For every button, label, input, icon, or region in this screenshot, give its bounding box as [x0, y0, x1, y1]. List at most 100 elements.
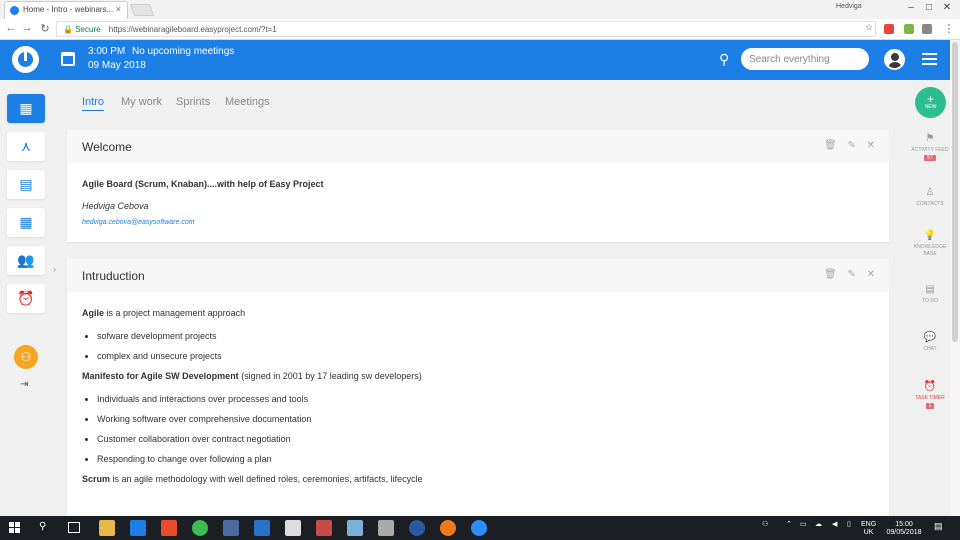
app-icon[interactable]: [223, 520, 239, 536]
hierarchy-icon: ⋏: [20, 138, 32, 154]
lightbulb-icon: 💡: [923, 230, 937, 241]
app-icon[interactable]: [409, 520, 425, 536]
extension-icon[interactable]: [884, 24, 894, 34]
office-icon[interactable]: [161, 520, 177, 536]
file-explorer-icon[interactable]: [99, 520, 115, 536]
cloud-icon[interactable]: ☁: [815, 521, 822, 529]
action-center-icon[interactable]: ▤: [934, 521, 943, 532]
address-bar[interactable]: 🔒 Secure https://webinaragileboard.easyp…: [56, 21, 876, 37]
system-clock[interactable]: 15:00 09/05/2018: [882, 521, 926, 538]
knowledge-base-button[interactable]: 💡 KNOWLEDGE BASE: [910, 229, 950, 257]
task-timer-button[interactable]: ⏰ TASK TIMER 1: [910, 380, 950, 409]
manifesto-text: (signed in 2001 by 17 leading sw develop…: [238, 371, 422, 381]
language-indicator[interactable]: ENG UK: [861, 521, 876, 538]
todo-label: TO DO: [922, 298, 938, 304]
close-icon[interactable]: ✕: [867, 140, 875, 151]
tab-intro[interactable]: Intro: [82, 96, 105, 111]
welcome-heading: Agile Board (Scrum, Knaban)....with help…: [82, 179, 324, 189]
battery-icon[interactable]: ▯: [847, 521, 851, 529]
volume-icon[interactable]: ◀: [832, 521, 837, 529]
new-button[interactable]: + NEW: [915, 87, 946, 118]
secure-label: Secure: [75, 25, 101, 34]
zoom-icon[interactable]: [471, 520, 487, 536]
main-menu-icon[interactable]: [922, 53, 937, 65]
task-view-icon[interactable]: [68, 522, 80, 533]
people-icon[interactable]: ⚇: [762, 521, 768, 529]
easy-project-logo-icon[interactable]: [12, 46, 39, 73]
network-icon[interactable]: ▭: [800, 521, 807, 529]
list-item: complex and unsecure projects: [97, 351, 874, 361]
browser-tabstrip: Home - Intro - webinars... × Hedviga – □…: [0, 0, 960, 19]
chrome-icon[interactable]: [192, 520, 208, 536]
window-close-button[interactable]: ✕: [938, 2, 956, 13]
window-minimize-button[interactable]: –: [902, 2, 920, 13]
window-maximize-button[interactable]: □: [920, 2, 938, 13]
edit-icon[interactable]: ✎: [847, 140, 855, 151]
tray-chevron-icon[interactable]: ⌃: [786, 521, 792, 529]
tab-sprints[interactable]: Sprints: [176, 96, 210, 108]
activity-feed-button[interactable]: ⚑ ACTIVITY FEED 57: [910, 132, 950, 161]
current-time: 3:00 PM: [88, 46, 126, 57]
tab-meetings[interactable]: Meetings: [225, 96, 270, 108]
projects-button[interactable]: ⋏: [7, 132, 45, 161]
alarm-clock-icon: ⏰: [923, 381, 937, 392]
user-avatar[interactable]: [884, 49, 905, 70]
lync-icon[interactable]: [130, 520, 146, 536]
agile-paragraph: Agile is a project management approach: [82, 308, 874, 318]
users-button[interactable]: 👥: [7, 246, 45, 275]
site-favicon-icon: [10, 6, 19, 15]
back-icon[interactable]: ←: [4, 22, 18, 34]
tasks-button[interactable]: ▤: [7, 170, 45, 199]
browser-profile-name[interactable]: Hedviga: [836, 3, 862, 10]
meetings-status[interactable]: No upcoming meetings: [132, 46, 234, 57]
close-icon[interactable]: ✕: [867, 269, 875, 280]
calculator-icon[interactable]: [285, 520, 301, 536]
activity-feed-label: ACTIVITY FEED: [911, 147, 949, 153]
timer-button[interactable]: ⏰: [7, 284, 45, 313]
person-icon: ♙: [925, 187, 935, 198]
scrum-text: is an agile methodology with well define…: [110, 474, 423, 484]
reload-icon[interactable]: ↻: [38, 22, 52, 35]
boards-button[interactable]: ▦: [7, 208, 45, 237]
search-icon[interactable]: ⚲: [39, 521, 46, 532]
logout-icon[interactable]: ⇥: [20, 379, 28, 390]
author-email-link[interactable]: hedviga.cebova@easysoftware.com: [82, 219, 195, 226]
app-icon[interactable]: [378, 520, 394, 536]
bookmark-star-icon[interactable]: ☆: [862, 22, 876, 33]
app-icon[interactable]: [316, 520, 332, 536]
expand-sidebar-icon[interactable]: ›: [53, 264, 56, 274]
edit-icon[interactable]: ✎: [847, 269, 855, 280]
search-icon[interactable]: ⚲: [719, 51, 729, 68]
firefox-icon[interactable]: [440, 520, 456, 536]
lock-icon: 🔒: [63, 25, 73, 34]
notifications-button[interactable]: ⚇: [14, 345, 38, 369]
delete-icon[interactable]: 🗑: [824, 140, 837, 151]
browser-tab-title: Home - Intro - webinars...: [23, 5, 114, 14]
page-scrollbar[interactable]: [950, 40, 960, 516]
outlook-icon[interactable]: [254, 520, 270, 536]
new-tab-button[interactable]: [129, 4, 155, 16]
dashboard-button[interactable]: ▦: [7, 94, 45, 123]
forward-icon[interactable]: →: [20, 22, 34, 34]
right-sidebar: + NEW ⚑ ACTIVITY FEED 57 ♙ CONTACTS 💡 KN…: [910, 80, 950, 516]
windows-start-icon[interactable]: [9, 522, 21, 534]
browser-menu-icon[interactable]: ⋮: [942, 22, 956, 35]
extension-icon[interactable]: [922, 24, 932, 34]
chat-button[interactable]: 💬 CHAT: [910, 331, 950, 353]
scrollbar-thumb[interactable]: [952, 42, 958, 342]
tab-close-icon[interactable]: ×: [116, 4, 121, 14]
agile-term: Agile: [82, 308, 105, 318]
calendar-icon[interactable]: [61, 52, 75, 66]
alarm-clock-icon: ⏰: [17, 290, 35, 306]
todo-button[interactable]: ▤ TO DO: [910, 283, 950, 305]
delete-icon[interactable]: 🗑: [824, 269, 837, 280]
app-header: 3:00 PM 09 May 2018 No upcoming meetings…: [0, 40, 960, 80]
contacts-button[interactable]: ♙ CONTACTS: [910, 186, 950, 208]
current-date: 09 May 2018: [88, 60, 146, 71]
extension-icon[interactable]: [904, 24, 914, 34]
tab-my-work[interactable]: My work: [121, 96, 162, 108]
new-button-label: NEW: [924, 104, 937, 110]
browser-tab[interactable]: Home - Intro - webinars... ×: [4, 1, 128, 19]
app-icon[interactable]: [347, 520, 363, 536]
search-input[interactable]: [741, 48, 869, 70]
